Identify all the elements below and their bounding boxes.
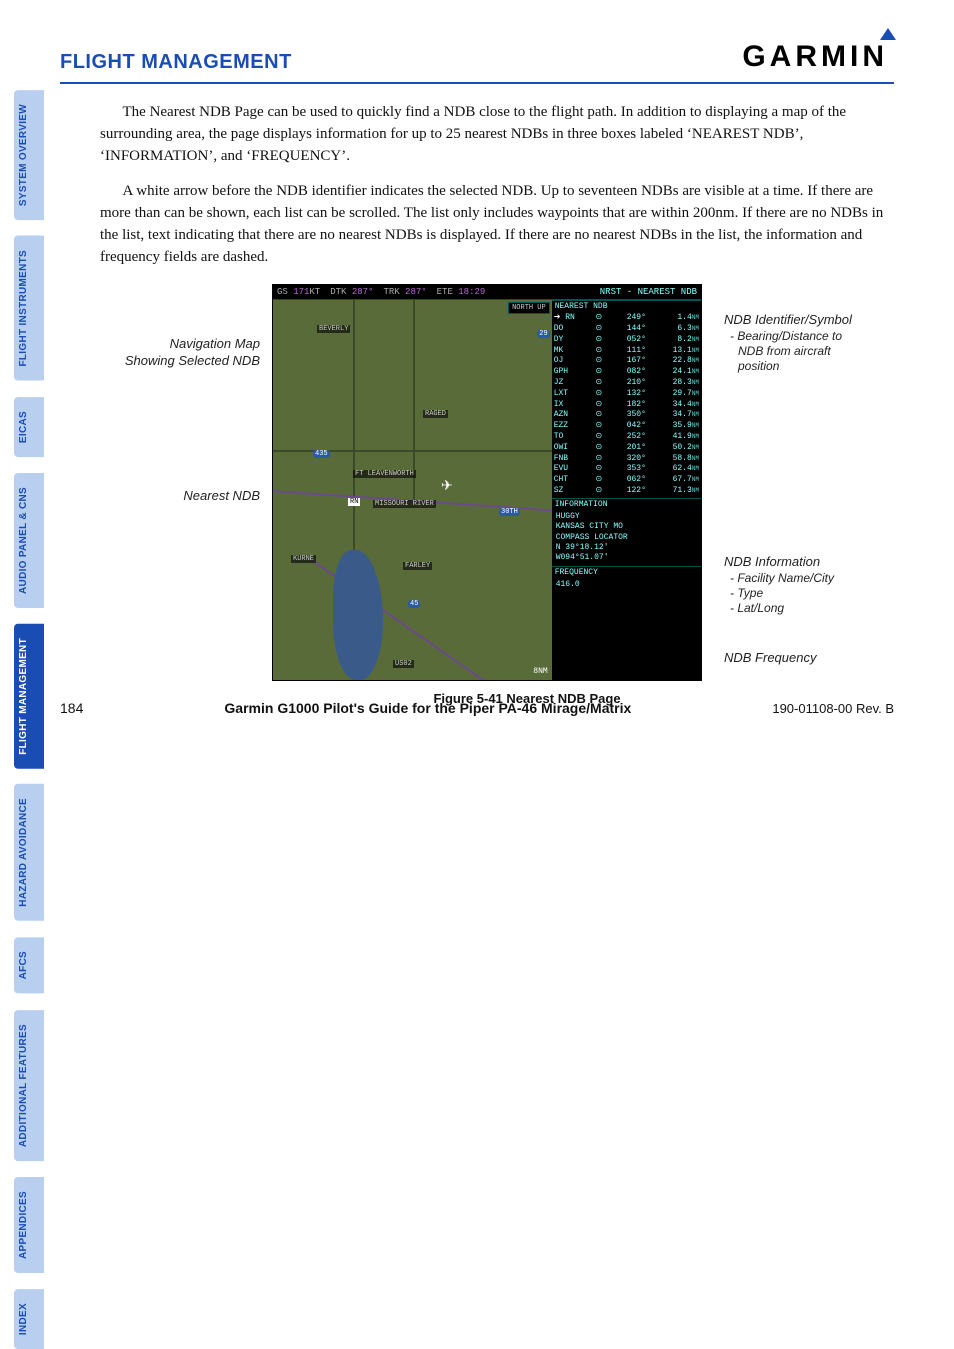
northup-badge: NORTH UP [508, 302, 550, 314]
map-label: RAGED [423, 410, 448, 418]
map-shield: 45 [408, 600, 420, 608]
ndb-row[interactable]: OWI⊙201°50.2NM [554, 443, 699, 454]
box-header-nearest: NEAREST NDB [552, 300, 701, 312]
brand-logo: GARMIN [742, 40, 894, 74]
page-number: 184 [60, 700, 83, 716]
body-paragraph: The Nearest NDB Page can be used to quic… [100, 102, 894, 167]
map-label: MISSOURI RIVER [373, 500, 436, 508]
sidebar-tab[interactable]: ADDITIONAL FEATURES [14, 1010, 44, 1161]
map-ndb-marker: RN [348, 498, 360, 506]
map-label: FT LEAVENWORTH [353, 470, 416, 478]
callout-nav-map: Navigation Map Showing Selected NDB [120, 336, 260, 369]
ndb-list: RN⊙249°1.4NMDO⊙144°6.3NMDY⊙052°8.2NMMK⊙1… [552, 312, 701, 498]
footer-revision: 190-01108-00 Rev. B [772, 701, 894, 716]
map-shield: 435 [313, 450, 330, 458]
ndb-info-box: HUGGY KANSAS CITY MO COMPASS LOCATOR N 3… [552, 510, 701, 566]
map-label: BEVERLY [317, 325, 350, 333]
map-label: KURNE [291, 555, 316, 563]
ndb-row[interactable]: AZN⊙350°34.7NM [554, 410, 699, 421]
box-header-info: INFORMATION [552, 498, 701, 510]
ndb-row[interactable]: IX⊙182°34.4NM [554, 400, 699, 411]
ndb-row[interactable]: FNB⊙320°58.8NM [554, 454, 699, 465]
callout-nearest-ndb: Nearest NDB [183, 488, 260, 503]
ndb-row[interactable]: OJ⊙167°22.8NM [554, 356, 699, 367]
ndb-row[interactable]: RN⊙249°1.4NM [554, 313, 699, 324]
ndb-row[interactable]: GPH⊙082°24.1NM [554, 367, 699, 378]
callout-ndb-freq: NDB Frequency [724, 650, 816, 666]
ndb-row[interactable]: LXT⊙132°29.7NM [554, 389, 699, 400]
callout-ndb-id: NDB Identifier/Symbol - Bearing/Distance… [724, 312, 852, 373]
callout-ndb-info: NDB Information - Facility Name/City - T… [724, 554, 834, 615]
sidebar-tab[interactable]: FLIGHT MANAGEMENT [14, 624, 44, 769]
map-shield: 30TH [499, 508, 520, 516]
box-header-freq: FREQUENCY [552, 566, 701, 578]
ndb-row[interactable]: EZZ⊙042°35.9NM [554, 421, 699, 432]
map-label: US02 [393, 660, 414, 668]
status-bar: GS 171KT DTK 287° TRK 287° ETE 18:29 NRS… [273, 285, 701, 300]
ndb-row[interactable]: TO⊙252°41.9NM [554, 432, 699, 443]
section-title: FLIGHT MANAGEMENT [60, 51, 292, 74]
ndb-row[interactable]: DY⊙052°8.2NM [554, 335, 699, 346]
map-shield: 29 [537, 330, 549, 338]
ndb-frequency: 416.0 [552, 578, 701, 592]
g1000-screenshot: GS 171KT DTK 287° TRK 287° ETE 18:29 NRS… [272, 284, 702, 681]
body-paragraph: A white arrow before the NDB identifier … [100, 181, 894, 268]
sidebar-tab[interactable]: SYSTEM OVERVIEW [14, 90, 44, 220]
footer-title: Garmin G1000 Pilot's Guide for the Piper… [224, 700, 631, 716]
aircraft-icon: ✈ [441, 478, 453, 495]
sidebar-tab[interactable]: APPENDICES [14, 1177, 44, 1273]
ndb-row[interactable]: JZ⊙210°28.3NM [554, 378, 699, 389]
ndb-row[interactable]: MK⊙111°13.1NM [554, 346, 699, 357]
navigation-map: NORTH UP BEVERLY RAGED FT LEAVENWORTH MI… [273, 300, 552, 680]
ndb-row[interactable]: SZ⊙122°71.3NM [554, 486, 699, 497]
ndb-row[interactable]: DO⊙144°6.3NM [554, 324, 699, 335]
map-scale: 8NM [533, 667, 547, 676]
sidebar-tab[interactable]: FLIGHT INSTRUMENTS [14, 236, 44, 381]
sidebar-tab[interactable]: HAZARD AVOIDANCE [14, 784, 44, 921]
ndb-row[interactable]: EVU⊙353°62.4NM [554, 464, 699, 475]
ndb-row[interactable]: CHT⊙062°67.7NM [554, 475, 699, 486]
sidebar-tab[interactable]: AUDIO PANEL & CNS [14, 473, 44, 608]
sidebar-tab[interactable]: EICAS [14, 397, 44, 457]
sidebar-tab[interactable]: AFCS [14, 937, 44, 993]
map-label: FARLEY [403, 562, 432, 570]
figure: Navigation Map Showing Selected NDB Near… [120, 284, 894, 681]
sidebar-tabs: SYSTEM OVERVIEW FLIGHT INSTRUMENTS EICAS AU… [14, 90, 44, 1349]
sidebar-tab[interactable]: INDEX [14, 1289, 44, 1349]
